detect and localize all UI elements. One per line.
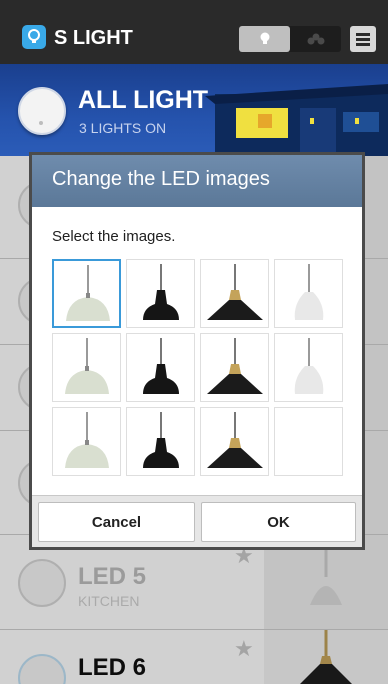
pendant-lamp-icon	[207, 412, 263, 468]
cluster-icon	[307, 33, 324, 45]
app-title: S LIGHT	[54, 27, 133, 49]
cancel-button[interactable]: Cancel	[38, 502, 195, 542]
pendant-lamp-icon	[207, 338, 263, 394]
bulb-icon	[22, 25, 46, 49]
all-light-title: ALL LIGHT	[78, 86, 209, 114]
lamp-image-option[interactable]	[274, 333, 343, 402]
pendant-lamp-icon	[294, 338, 324, 394]
action-bar: S LIGHT	[0, 0, 388, 64]
dialog-subtitle: Select the images.	[52, 228, 176, 245]
all-light-panel[interactable]: ALL LIGHT 3 LIGHTS ON	[0, 64, 388, 156]
pendant-lamp-icon	[66, 265, 110, 321]
dialog-footer: Cancel OK	[32, 495, 362, 547]
lamp-image-option[interactable]	[52, 407, 121, 476]
lamp-image-option[interactable]	[200, 333, 269, 402]
pendant-lamp-icon	[143, 264, 179, 320]
pendant-lamp-icon	[65, 338, 109, 394]
pendant-lamp-icon	[143, 338, 179, 394]
lamp-image-option[interactable]	[52, 259, 121, 328]
lamp-image-option[interactable]	[126, 259, 195, 328]
dialog-title: Change the LED images	[52, 168, 270, 190]
lamp-image-option[interactable]	[126, 407, 195, 476]
group-mode-button[interactable]	[290, 26, 341, 52]
bulb-icon	[260, 32, 269, 44]
lamp-image-option[interactable]	[200, 407, 269, 476]
single-mode-button[interactable]	[239, 26, 290, 52]
lamp-image-option[interactable]	[52, 333, 121, 402]
dialog-header: Change the LED images	[32, 155, 362, 207]
ok-button[interactable]: OK	[201, 502, 356, 542]
view-mode-toggle[interactable]	[239, 26, 341, 52]
pendant-lamp-icon	[65, 412, 109, 468]
pendant-lamp-icon	[143, 412, 179, 468]
change-image-dialog: Change the LED images Select the images.…	[29, 152, 365, 550]
lamp-image-option[interactable]	[274, 407, 343, 476]
lamp-image-option[interactable]	[200, 259, 269, 328]
lamp-image-option[interactable]	[126, 333, 195, 402]
all-light-status: 3 LIGHTS ON	[79, 120, 167, 136]
power-switch-icon[interactable]	[18, 87, 66, 135]
pendant-lamp-icon	[294, 264, 324, 320]
menu-button[interactable]	[350, 26, 376, 52]
lamp-image-option[interactable]	[274, 259, 343, 328]
pendant-lamp-icon	[207, 264, 263, 320]
